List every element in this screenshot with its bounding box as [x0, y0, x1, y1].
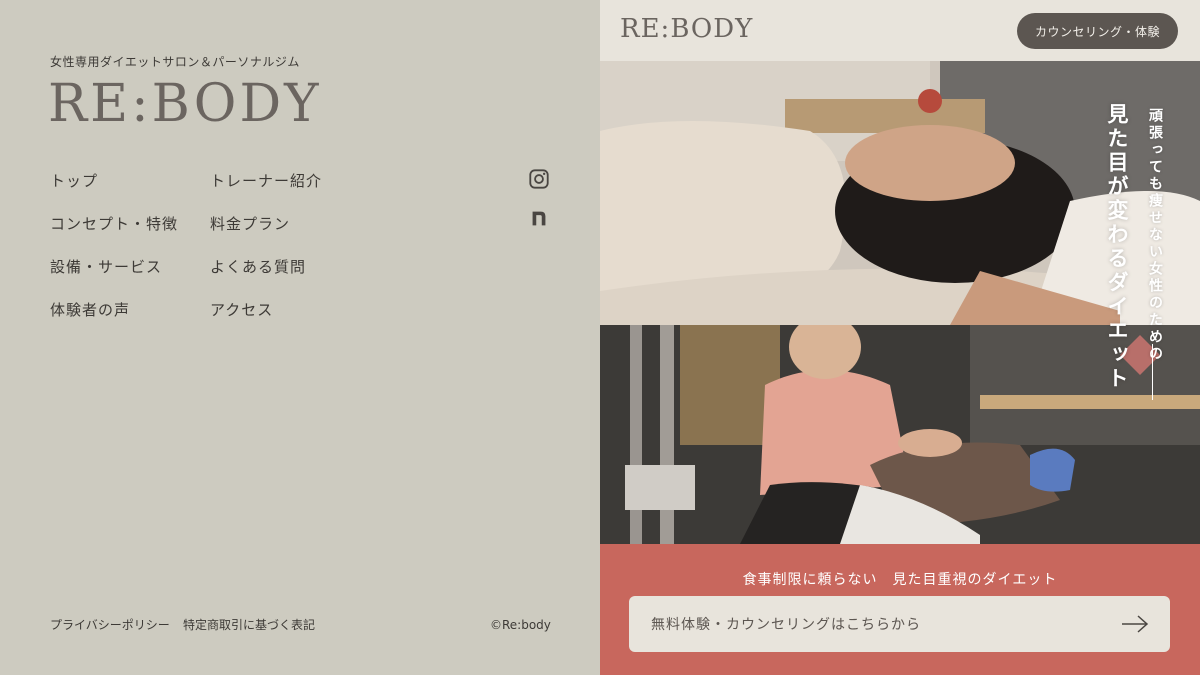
headline-divider [1152, 344, 1153, 400]
nav-item-concept[interactable]: コンセプト・特徴 [50, 213, 178, 234]
headline-main: 見た目が変わるダイエット [1105, 103, 1129, 391]
nav-item-top[interactable]: トップ [50, 170, 98, 191]
logo-small[interactable]: RE:BODY [620, 16, 753, 42]
nav-item-access[interactable]: アクセス [210, 299, 273, 320]
nav-item-voices[interactable]: 体験者の声 [50, 299, 130, 320]
nav-item-faq[interactable]: よくある質問 [210, 256, 306, 277]
tagline: 女性専用ダイエットサロン＆パーソナルジム [50, 55, 300, 69]
menu-panel: 女性専用ダイエットサロン＆パーソナルジム RE:BODY トップ コンセプト・特… [0, 0, 600, 675]
instagram-icon[interactable] [528, 168, 550, 190]
free-trial-button-label: 無料体験・カウンセリングはこちらから [651, 617, 921, 633]
hero-panel: RE:BODY カウンセリング・体験 頑張っても痩せない女性のための 見た目が変… [600, 0, 1200, 675]
nav-item-trainers[interactable]: トレーナー紹介 [210, 170, 322, 191]
cta-text: 食事制限に頼らない 見た目重視のダイエット [742, 572, 1058, 588]
nav-item-pricing[interactable]: 料金プラン [210, 213, 290, 234]
headline-sub: 頑張っても痩せない女性のための [1147, 108, 1163, 363]
privacy-policy-link[interactable]: プライバシーポリシー [50, 616, 170, 633]
counseling-trial-button[interactable]: カウンセリング・体験 [1017, 13, 1178, 49]
nav-item-facilities[interactable]: 設備・サービス [50, 256, 162, 277]
note-icon[interactable] [528, 207, 550, 229]
arrow-right-icon [1122, 615, 1149, 633]
logo-large[interactable]: RE:BODY [48, 78, 321, 130]
free-trial-button[interactable]: 無料体験・カウンセリングはこちらから [629, 596, 1170, 652]
cta-section: 食事制限に頼らない 見た目重視のダイエット 無料体験・カウンセリングはこちらから [600, 544, 1200, 675]
page: 女性専用ダイエットサロン＆パーソナルジム RE:BODY トップ コンセプト・特… [0, 0, 1200, 675]
tokutei-link[interactable]: 特定商取引に基づく表記 [183, 616, 315, 633]
copyright: ©Re:body [490, 618, 551, 632]
